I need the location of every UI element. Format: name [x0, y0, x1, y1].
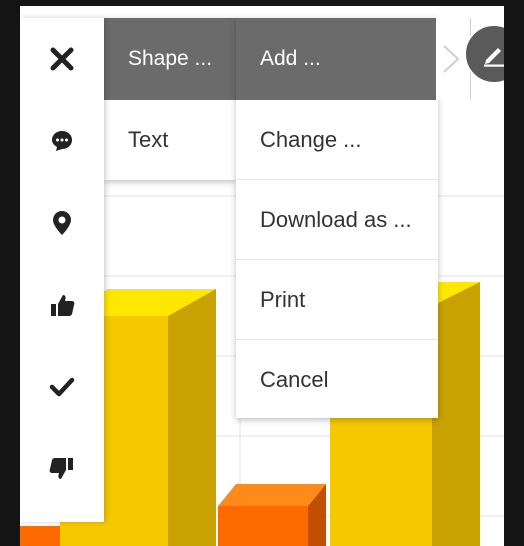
comment-button[interactable] — [20, 100, 104, 182]
pin-button[interactable] — [20, 182, 104, 264]
thumbs-down-icon — [49, 458, 73, 479]
text-menu-item[interactable]: Text — [104, 100, 236, 180]
print-menu-item[interactable]: Print — [236, 260, 438, 340]
close-icon — [50, 47, 74, 71]
chart-bar — [218, 484, 326, 546]
close-button[interactable] — [20, 18, 104, 100]
chart-frame: Shape ... Text Add ... Change ... Downlo… — [20, 6, 504, 546]
check-button[interactable] — [20, 346, 104, 428]
pin-icon — [53, 211, 71, 235]
chart-bar — [20, 526, 60, 546]
checkmark-icon — [49, 377, 75, 397]
thumbs-down-button[interactable] — [20, 428, 104, 510]
icon-toolbar — [20, 18, 104, 522]
thumbs-up-button[interactable] — [20, 264, 104, 346]
shape-menu-button[interactable]: Shape ... — [104, 18, 236, 100]
cancel-menu-item[interactable]: Cancel — [236, 340, 438, 420]
comment-icon — [52, 131, 72, 151]
add-menu-button[interactable]: Add ... — [236, 18, 438, 100]
download-as-menu-item[interactable]: Download as ... — [236, 180, 438, 260]
pencil-icon — [484, 48, 504, 67]
thumbs-up-icon — [51, 295, 75, 316]
shape-menu: Shape ... Text — [104, 18, 236, 180]
change-menu-item[interactable]: Change ... — [236, 100, 438, 180]
add-menu: Add ... Change ... Download as ... Print… — [236, 18, 438, 418]
